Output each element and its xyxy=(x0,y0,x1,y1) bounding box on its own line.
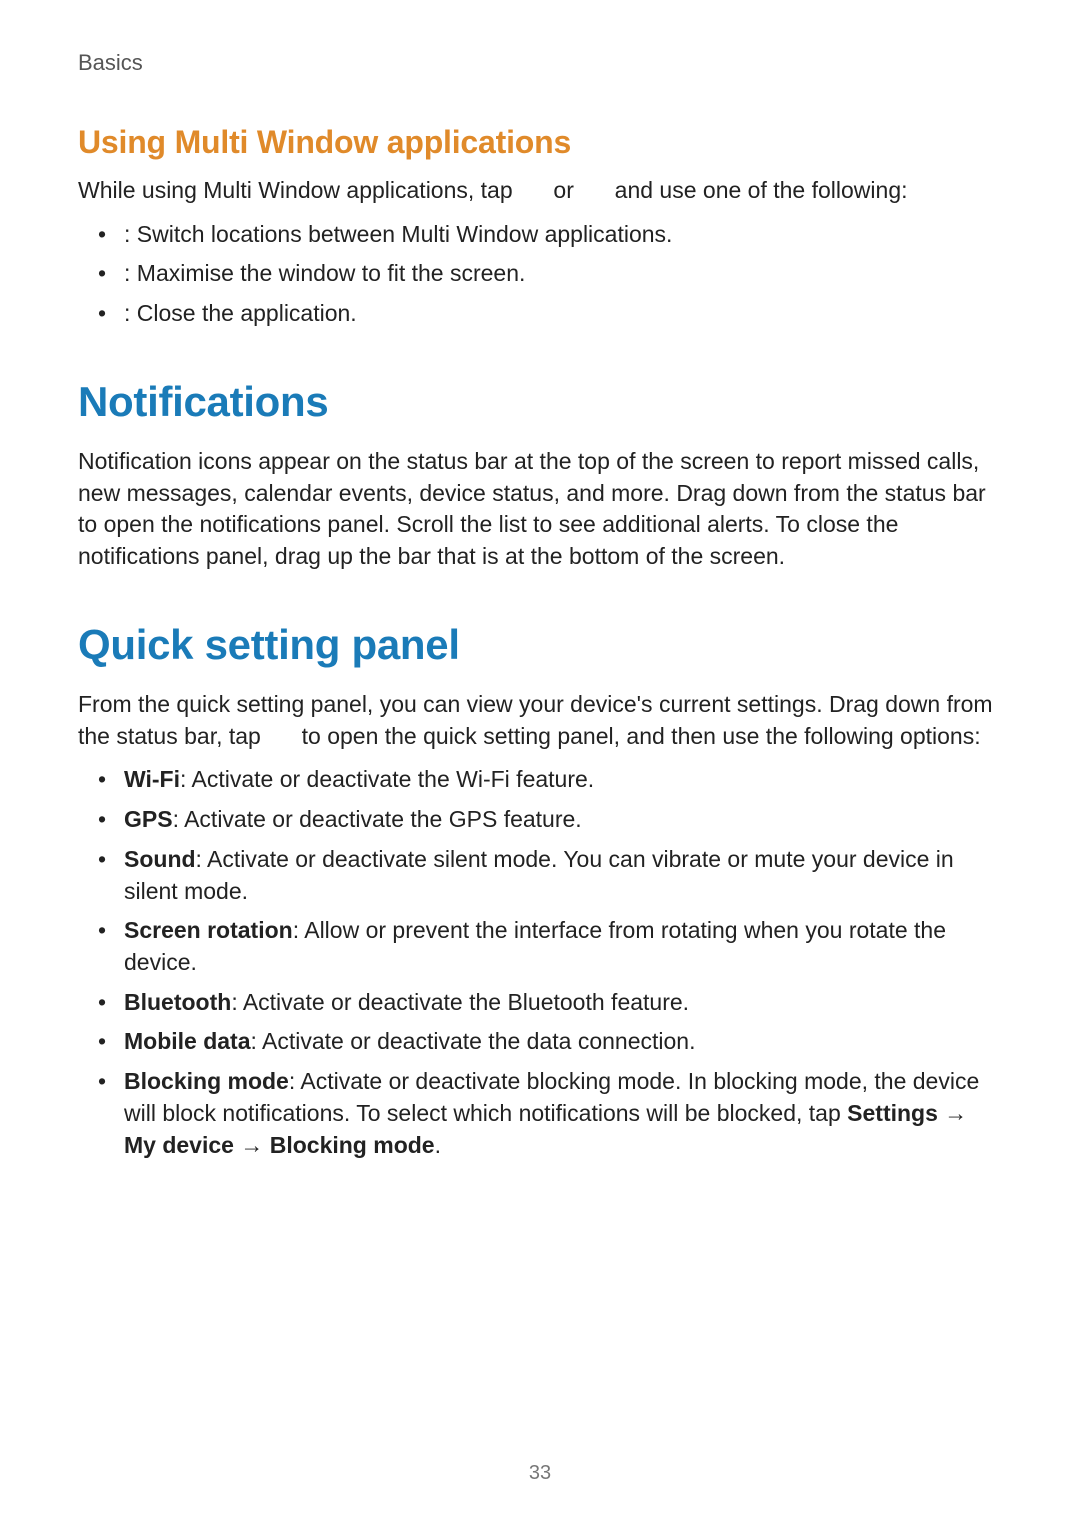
option-desc: : Activate or deactivate silent mode. Yo… xyxy=(124,846,954,904)
quickpanel-list: Wi-Fi: Activate or deactivate the Wi-Fi … xyxy=(78,764,1002,1161)
list-item: GPS: Activate or deactivate the GPS feat… xyxy=(94,804,1002,836)
path-segment: My device xyxy=(124,1132,234,1158)
option-desc: : Activate or deactivate the Wi-Fi featu… xyxy=(180,766,594,792)
list-item: Screen rotation: Allow or prevent the in… xyxy=(94,915,1002,978)
list-item: Bluetooth: Activate or deactivate the Bl… xyxy=(94,987,1002,1019)
text-fragment: and use one of the following: xyxy=(608,177,907,203)
heading-multiwindow: Using Multi Window applications xyxy=(78,124,1002,161)
multiwindow-intro: While using Multi Window applications, t… xyxy=(78,175,1002,207)
option-name: Bluetooth xyxy=(124,989,231,1015)
arrow-separator: → xyxy=(938,1100,967,1126)
breadcrumb: Basics xyxy=(78,50,1002,76)
arrow-separator: → xyxy=(234,1132,270,1158)
option-name: GPS xyxy=(124,806,173,832)
option-name: Mobile data xyxy=(124,1028,251,1054)
option-desc: : Activate or deactivate the Bluetooth f… xyxy=(231,989,689,1015)
list-item: : Maximise the window to fit the screen. xyxy=(94,258,1002,290)
path-segment: Blocking mode xyxy=(270,1132,435,1158)
option-name: Wi-Fi xyxy=(124,766,180,792)
text-fragment: or xyxy=(547,177,580,203)
option-name: Blocking mode xyxy=(124,1068,289,1094)
path-segment: Settings xyxy=(847,1100,938,1126)
option-desc: : Activate or deactivate the data connec… xyxy=(251,1028,696,1054)
text-fragment: . xyxy=(435,1132,441,1158)
heading-notifications: Notifications xyxy=(78,378,1002,426)
option-name: Sound xyxy=(124,846,196,872)
list-item: : Switch locations between Multi Window … xyxy=(94,219,1002,251)
list-item: Blocking mode: Activate or deactivate bl… xyxy=(94,1066,1002,1161)
notifications-body: Notification icons appear on the status … xyxy=(78,446,1002,573)
quickpanel-intro: From the quick setting panel, you can vi… xyxy=(78,689,1002,752)
document-page: Basics Using Multi Window applications W… xyxy=(0,0,1080,1527)
page-number: 33 xyxy=(0,1462,1080,1485)
heading-quick-setting-panel: Quick setting panel xyxy=(78,621,1002,669)
list-item: : Close the application. xyxy=(94,298,1002,330)
list-item: Wi-Fi: Activate or deactivate the Wi-Fi … xyxy=(94,764,1002,796)
text-fragment: While using Multi Window applications, t… xyxy=(78,177,519,203)
option-name: Screen rotation xyxy=(124,917,293,943)
option-desc: : Activate or deactivate the GPS feature… xyxy=(173,806,582,832)
list-item: Sound: Activate or deactivate silent mod… xyxy=(94,844,1002,907)
text-fragment: to open the quick setting panel, and the… xyxy=(295,723,980,749)
list-item: Mobile data: Activate or deactivate the … xyxy=(94,1026,1002,1058)
multiwindow-list: : Switch locations between Multi Window … xyxy=(78,219,1002,330)
